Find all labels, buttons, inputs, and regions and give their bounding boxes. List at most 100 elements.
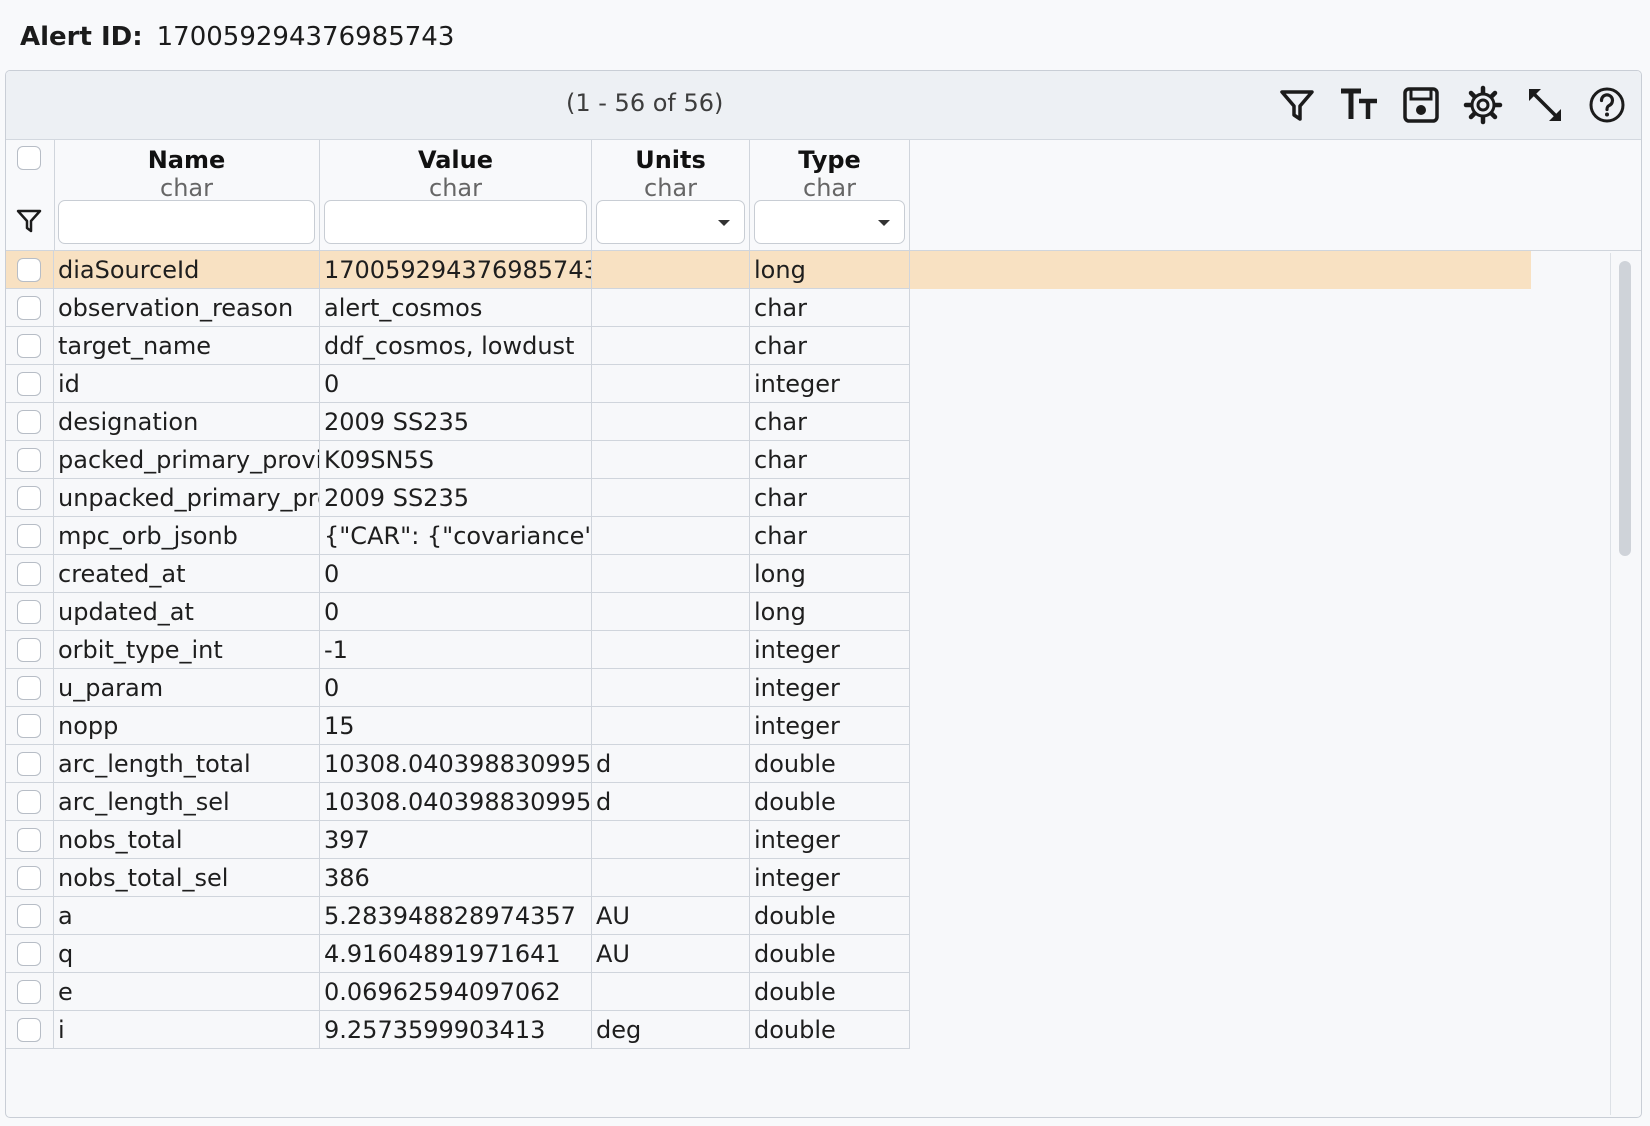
cell-type: char: [750, 479, 910, 517]
row-checkbox[interactable]: [17, 600, 41, 624]
settings-icon[interactable]: [1461, 83, 1505, 127]
save-icon[interactable]: [1399, 83, 1443, 127]
cell-units: [592, 631, 750, 669]
cell-name: id: [54, 365, 320, 403]
table-row[interactable]: created_at 0 long: [6, 555, 1531, 593]
column-header-units[interactable]: Units char: [592, 140, 750, 250]
row-checkbox[interactable]: [17, 980, 41, 1004]
table-row[interactable]: arc_length_sel 10308.040398830995 d double: [6, 783, 1531, 821]
row-select-cell: [6, 859, 54, 897]
filter-icon[interactable]: [1275, 83, 1319, 127]
cell-value: 170059294376985743: [320, 251, 592, 289]
row-checkbox[interactable]: [17, 1018, 41, 1042]
row-checkbox[interactable]: [17, 486, 41, 510]
cell-value: 9.2573599903413: [320, 1011, 592, 1049]
table-row[interactable]: designation 2009 SS235 char: [6, 403, 1531, 441]
cell-type: integer: [750, 365, 910, 403]
row-select-cell: [6, 327, 54, 365]
cell-name: nobs_total_sel: [54, 859, 320, 897]
column-header-value[interactable]: Value char: [320, 140, 592, 250]
row-checkbox[interactable]: [17, 372, 41, 396]
column-type-label: char: [803, 174, 856, 202]
row-checkbox[interactable]: [17, 904, 41, 928]
column-header-name[interactable]: Name char: [54, 140, 320, 250]
text-size-icon[interactable]: [1337, 83, 1381, 127]
cell-value: K09SN5S: [320, 441, 592, 479]
units-filter-select[interactable]: [596, 200, 745, 244]
select-all-checkbox[interactable]: [17, 146, 41, 170]
row-checkbox[interactable]: [17, 714, 41, 738]
row-checkbox[interactable]: [17, 562, 41, 586]
table-row[interactable]: orbit_type_int -1 integer: [6, 631, 1531, 669]
cell-type: double: [750, 897, 910, 935]
row-checkbox[interactable]: [17, 334, 41, 358]
table-row[interactable]: id 0 integer: [6, 365, 1531, 403]
cell-value: -1: [320, 631, 592, 669]
expand-icon[interactable]: [1523, 83, 1567, 127]
table-row[interactable]: mpc_orb_jsonb{"CAR": {"covariance": {cha…: [6, 517, 1531, 555]
alert-id-header: Alert ID: 170059294376985743: [20, 22, 454, 52]
row-checkbox[interactable]: [17, 790, 41, 814]
row-checkbox[interactable]: [17, 866, 41, 890]
cell-value: 15: [320, 707, 592, 745]
value-filter-input[interactable]: [324, 200, 587, 244]
table-row[interactable]: q 4.91604891971641 AU double: [6, 935, 1531, 973]
table-row[interactable]: updated_at 0 long: [6, 593, 1531, 631]
table-row[interactable]: nopp 15 integer: [6, 707, 1531, 745]
table-row[interactable]: u_param 0 integer: [6, 669, 1531, 707]
cell-value: 0: [320, 365, 592, 403]
table-panel: (1 - 56 of 56) Name char Value char Unit…: [5, 70, 1642, 1118]
row-checkbox[interactable]: [17, 448, 41, 472]
cell-units: [592, 669, 750, 707]
table-row[interactable]: arc_length_total 10308.040398830995 d doubl…: [6, 745, 1531, 783]
column-filter-icon[interactable]: [16, 208, 42, 234]
table-row[interactable]: e 0.06962594097062 double: [6, 973, 1531, 1011]
cell-type: long: [750, 555, 910, 593]
cell-units: d: [592, 745, 750, 783]
row-checkbox[interactable]: [17, 638, 41, 662]
row-checkbox[interactable]: [17, 258, 41, 282]
row-select-cell: [6, 555, 54, 593]
header-select-column: [6, 140, 55, 250]
cell-value: 5.283948828974357: [320, 897, 592, 935]
cell-type: char: [750, 403, 910, 441]
cell-name: packed_primary_provisi: [54, 441, 320, 479]
table-row[interactable]: nobs_total 397 integer: [6, 821, 1531, 859]
column-header-type[interactable]: Type char: [750, 140, 910, 250]
cell-units: [592, 517, 750, 555]
table-row[interactable]: target_name ddf_cosmos, lowdust char: [6, 327, 1531, 365]
cell-name: updated_at: [54, 593, 320, 631]
scrollbar-thumb[interactable]: [1619, 261, 1631, 556]
row-checkbox[interactable]: [17, 752, 41, 776]
table-row[interactable]: packed_primary_provisi K09SN5S char: [6, 441, 1531, 479]
row-checkbox[interactable]: [17, 296, 41, 320]
table-row[interactable]: observation_reason alert_cosmos char: [6, 289, 1531, 327]
cell-type: integer: [750, 631, 910, 669]
row-select-cell: [6, 669, 54, 707]
row-select-cell: [6, 403, 54, 441]
row-checkbox[interactable]: [17, 942, 41, 966]
row-checkbox[interactable]: [17, 524, 41, 548]
cell-type: double: [750, 745, 910, 783]
cell-value: 2009 SS235: [320, 403, 592, 441]
table-row[interactable]: i 9.2573599903413 deg double: [6, 1011, 1531, 1049]
cell-type: integer: [750, 707, 910, 745]
cell-type: double: [750, 783, 910, 821]
column-name-label: Type: [798, 146, 861, 174]
name-filter-input[interactable]: [58, 200, 315, 244]
row-checkbox[interactable]: [17, 410, 41, 434]
table-row[interactable]: nobs_total_sel 386 integer: [6, 859, 1531, 897]
help-icon[interactable]: [1585, 83, 1629, 127]
vertical-scrollbar[interactable]: [1610, 253, 1641, 1115]
cell-name: i: [54, 1011, 320, 1049]
row-checkbox[interactable]: [17, 828, 41, 852]
row-checkbox[interactable]: [17, 676, 41, 700]
type-filter-select[interactable]: [754, 200, 905, 244]
cell-value: 0: [320, 593, 592, 631]
table-row[interactable]: a 5.283948828974357 AU double: [6, 897, 1531, 935]
table-row[interactable]: unpacked_primary_prov 2009 SS235 char: [6, 479, 1531, 517]
table-row[interactable]: diaSourceId 170059294376985743 long: [6, 251, 1531, 289]
row-select-cell: [6, 631, 54, 669]
cell-value: ddf_cosmos, lowdust: [320, 327, 592, 365]
toolbar-icons: [1275, 83, 1629, 127]
